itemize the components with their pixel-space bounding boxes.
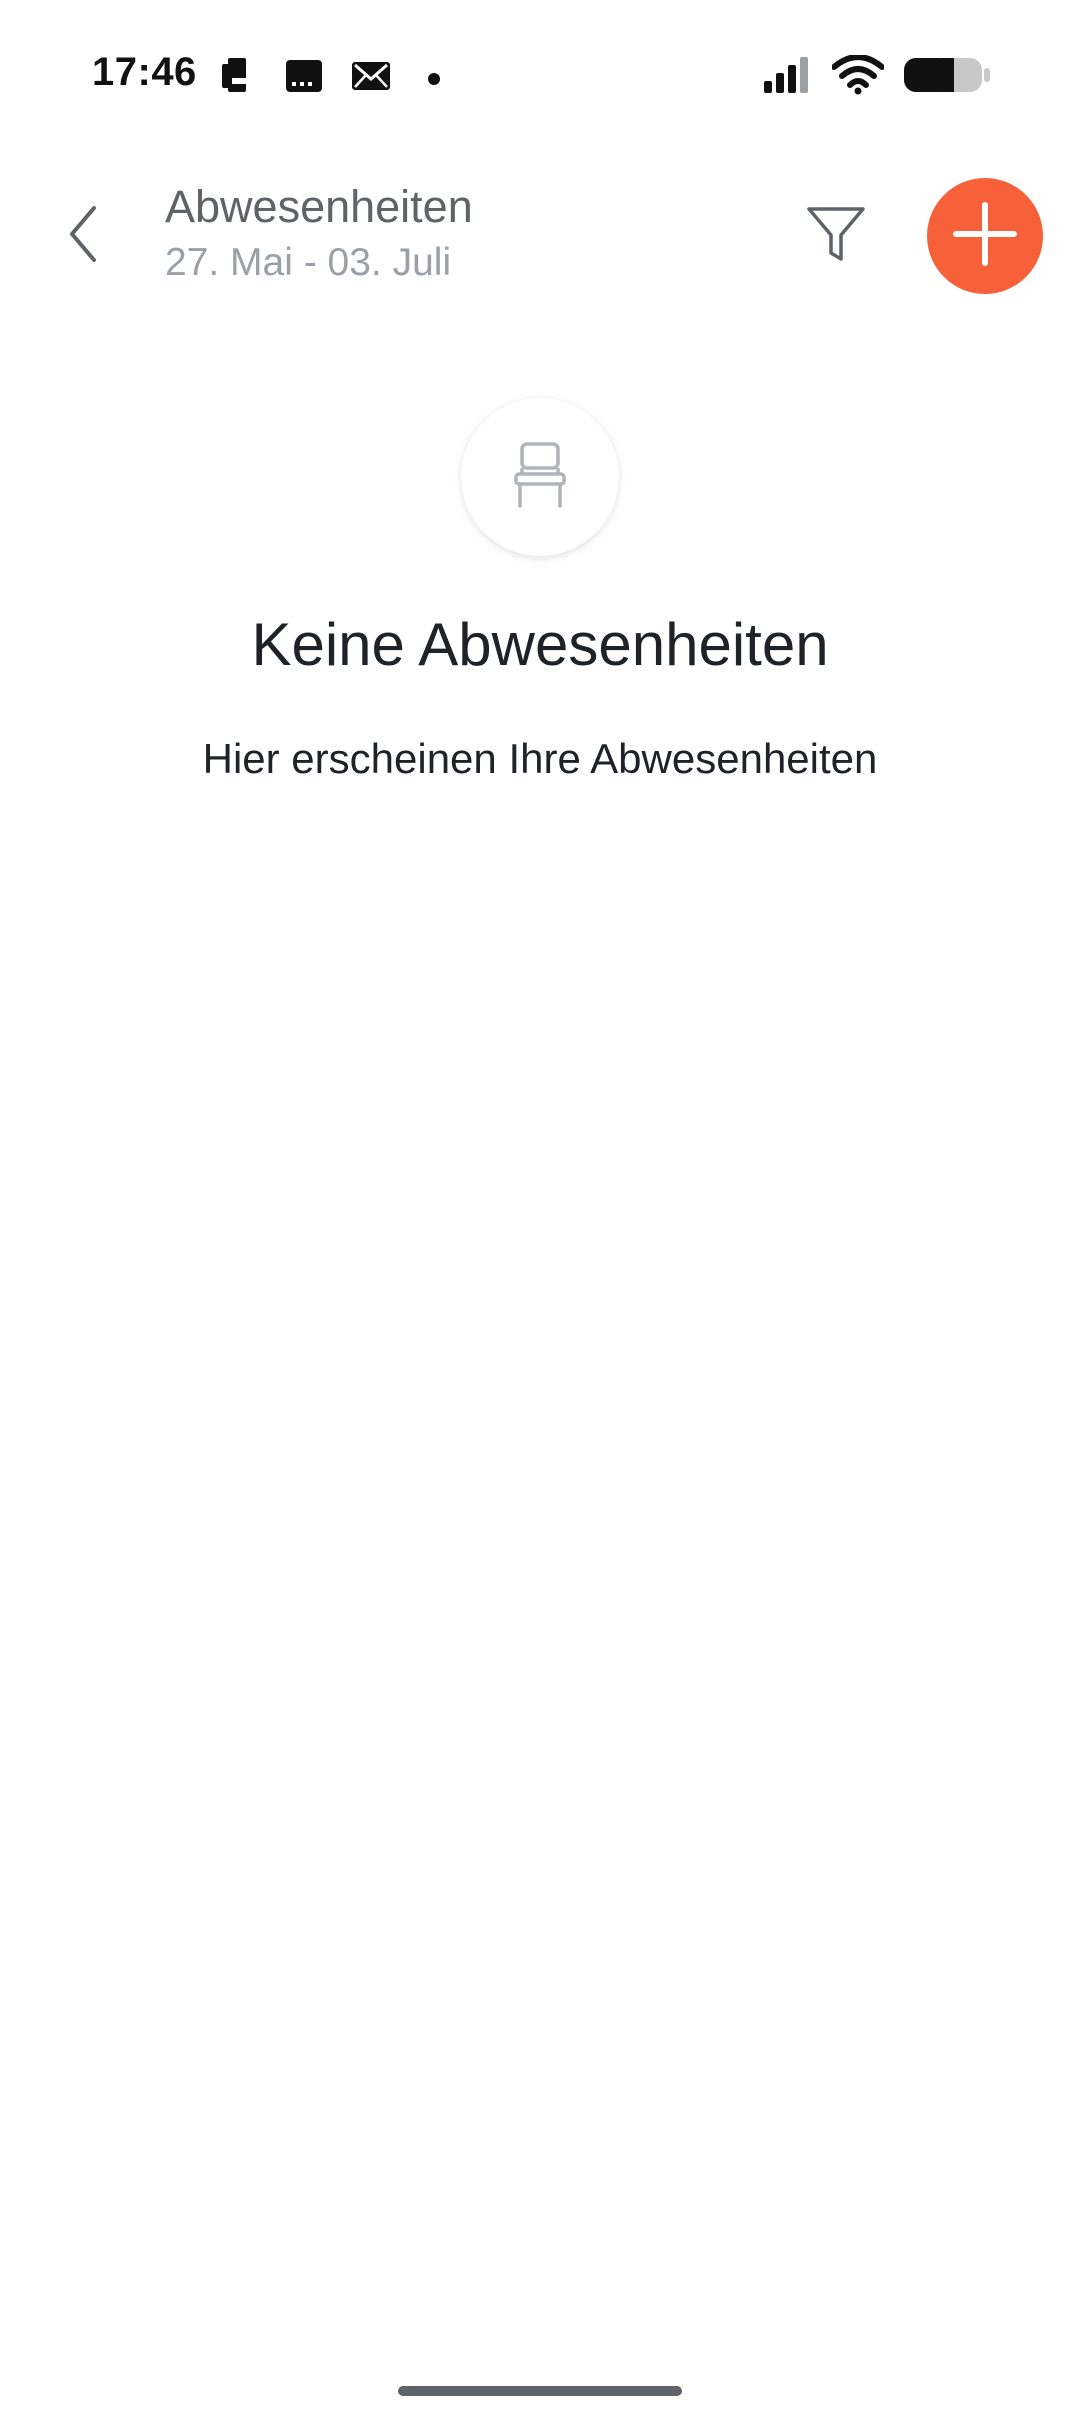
- chair-icon: [512, 440, 568, 515]
- plus-icon: [950, 199, 1020, 274]
- phone-icon: [218, 56, 258, 101]
- add-absence-button[interactable]: [927, 178, 1043, 294]
- app-header: Abwesenheiten 27. Mai - 03. Juli: [0, 160, 1080, 310]
- status-bar: 17:46: [0, 0, 1080, 150]
- filter-icon: [805, 203, 867, 270]
- chevron-left-icon: [64, 204, 104, 269]
- date-range: 27. Mai - 03. Juli: [165, 240, 452, 284]
- wifi-icon: [831, 54, 885, 100]
- status-time: 17:46: [92, 50, 197, 94]
- calendar-icon: [284, 56, 324, 101]
- empty-state-message: Hier erscheinen Ihre Abwesenheiten: [202, 735, 878, 782]
- empty-state-icon-circle: [461, 398, 619, 556]
- empty-state-title: Keine Abwesenheiten: [251, 611, 829, 678]
- mail-icon: [350, 56, 392, 101]
- notification-dot-icon: [428, 72, 440, 85]
- status-icons-left: [218, 56, 440, 101]
- filter-button[interactable]: [800, 200, 872, 272]
- page-title: Abwesenheiten: [165, 181, 473, 232]
- header-title-block: Abwesenheiten 27. Mai - 03. Juli: [165, 182, 473, 284]
- signal-icon: [762, 55, 814, 100]
- status-icons-right: [762, 54, 992, 101]
- home-indicator[interactable]: [398, 2386, 682, 2396]
- battery-icon: [902, 54, 992, 101]
- back-button[interactable]: [52, 200, 116, 272]
